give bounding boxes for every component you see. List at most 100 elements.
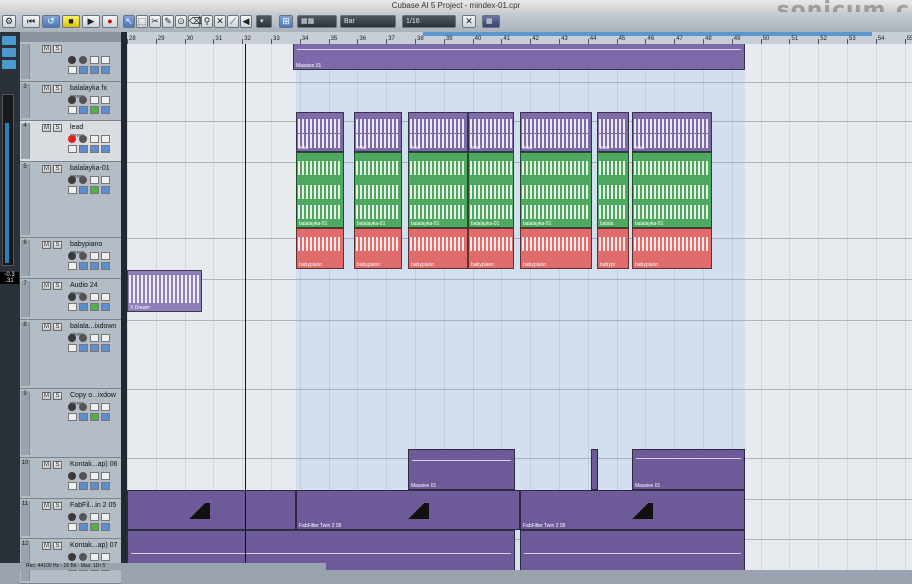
monitor-button[interactable] [79,334,87,342]
edit-channel-button[interactable] [68,145,77,153]
write-automation-button[interactable] [101,96,110,104]
event-part[interactable]: balalayka-01 [520,152,592,228]
record-enable-button[interactable] [68,293,76,301]
monitor-button[interactable] [79,96,87,104]
show-inspector-button-3[interactable] [2,60,16,69]
edit-channel-button[interactable] [68,303,77,311]
event-part[interactable]: babypiano [408,228,468,269]
track-row[interactable]: 12 M S Kontak...ap) 07 [20,539,121,584]
event-part[interactable]: FabFilter Twin 2 05 [520,490,745,530]
event-part[interactable]: lead [632,112,712,152]
write-automation-button[interactable] [101,472,110,480]
mute-button[interactable]: M [42,241,51,249]
inserts-button[interactable] [90,145,99,153]
lock-button[interactable] [79,262,88,270]
inserts-button[interactable] [90,262,99,270]
event-part[interactable] [520,530,745,570]
track-row[interactable]: 10 M S Kontak...ap) 06 [20,458,121,499]
arrange-window[interactable]: Massive 01 lead balalayka-01 babypiano lead b… [127,44,912,570]
eq-button[interactable] [101,303,110,311]
eq-button[interactable] [101,523,110,531]
mute-button[interactable]: M [42,85,51,93]
eq-button[interactable] [101,106,110,114]
event-part[interactable]: babypiano [468,228,514,269]
cycle-button[interactable]: ↺ [42,15,60,28]
lock-button[interactable] [79,482,88,490]
mute-button[interactable]: M [42,392,51,400]
mute-button[interactable]: M [42,282,51,290]
solo-button[interactable]: S [53,461,62,469]
mute-button[interactable]: M [42,542,51,550]
lock-button[interactable] [79,413,88,421]
event-part[interactable]: babypiano [520,228,592,269]
inserts-button[interactable] [90,482,99,490]
event-part[interactable]: balalayka-01 [296,152,344,228]
inserts-button[interactable] [90,413,99,421]
mute-button[interactable]: M [42,461,51,469]
mute-button[interactable]: M [42,45,51,53]
event-part[interactable]: babypiano [354,228,402,269]
eq-button[interactable] [101,145,110,153]
play-button[interactable]: ▶ [82,15,100,28]
record-enable-button[interactable] [68,334,76,342]
event-part[interactable]: FabFilter Twin 2 05 [296,490,520,530]
eq-button[interactable] [101,413,110,421]
read-automation-button[interactable] [90,96,99,104]
event-part[interactable]: balala [597,152,629,228]
track-name[interactable]: Copy o...ixdow [70,392,116,399]
solo-button[interactable]: S [53,392,62,400]
track-row[interactable]: 7 M S Audio 24 stereo [20,279,121,320]
edit-channel-button[interactable] [68,262,77,270]
event-part[interactable]: lead [597,112,629,152]
monitor-button[interactable] [79,293,87,301]
read-automation-button[interactable] [90,135,99,143]
read-automation-button[interactable] [90,293,99,301]
solo-button[interactable]: S [53,282,62,290]
show-inspector-button-2[interactable] [2,48,16,57]
track-name[interactable]: balalayka fx [70,85,107,92]
quantize-select[interactable]: 1/16 [402,15,456,28]
erase-tool-icon[interactable]: ⌫ [188,15,202,28]
eq-button[interactable] [101,482,110,490]
event-part[interactable]: lead [520,112,592,152]
mute-button[interactable]: M [42,124,51,132]
go-to-start-button[interactable]: ⏮ [22,15,40,28]
record-enable-button[interactable] [68,96,76,104]
lock-button[interactable] [79,523,88,531]
event-part[interactable]: babypiano [296,228,344,269]
monitor-button[interactable] [79,472,87,480]
mute-button[interactable]: M [42,502,51,510]
event-part[interactable]: X Dream [127,270,202,312]
edit-channel-button[interactable] [68,344,77,352]
project-settings-button[interactable]: ⚙ [2,15,16,28]
object-selection-tool-icon[interactable]: ↖ [123,15,135,28]
monitor-button[interactable] [79,135,87,143]
playback-cursor[interactable] [245,44,246,570]
stop-button[interactable]: ■ [62,15,80,28]
monitor-button[interactable] [79,403,87,411]
write-automation-button[interactable] [101,293,110,301]
inserts-button[interactable] [90,303,99,311]
event-part[interactable]: balalayka-01 [354,152,402,228]
mute-button[interactable]: M [42,165,51,173]
write-automation-button[interactable] [101,553,110,561]
solo-button[interactable]: S [53,124,62,132]
record-enable-button[interactable] [68,553,76,561]
track-row[interactable]: 4 M S lead stereo [20,121,121,162]
lock-button[interactable] [79,186,88,194]
event-part[interactable]: balalayka-01 [468,152,514,228]
zoom-tool-icon[interactable]: ⚲ [201,15,213,28]
track-row[interactable]: 9 M S Copy o...ixdow stereo [20,389,121,458]
lock-button[interactable] [79,303,88,311]
event-part[interactable]: Massive 01 [632,449,745,490]
solo-button[interactable]: S [53,85,62,93]
record-enable-button[interactable] [68,403,76,411]
event-part[interactable]: Massive 01 [293,44,745,70]
edit-channel-button[interactable] [68,106,77,114]
monitor-button[interactable] [79,176,87,184]
inserts-button[interactable] [90,344,99,352]
track-name[interactable]: Kontak...ap) 06 [70,461,117,468]
event-part[interactable] [127,490,296,530]
track-name[interactable]: babypiano [70,241,102,248]
inserts-button[interactable] [90,66,99,74]
